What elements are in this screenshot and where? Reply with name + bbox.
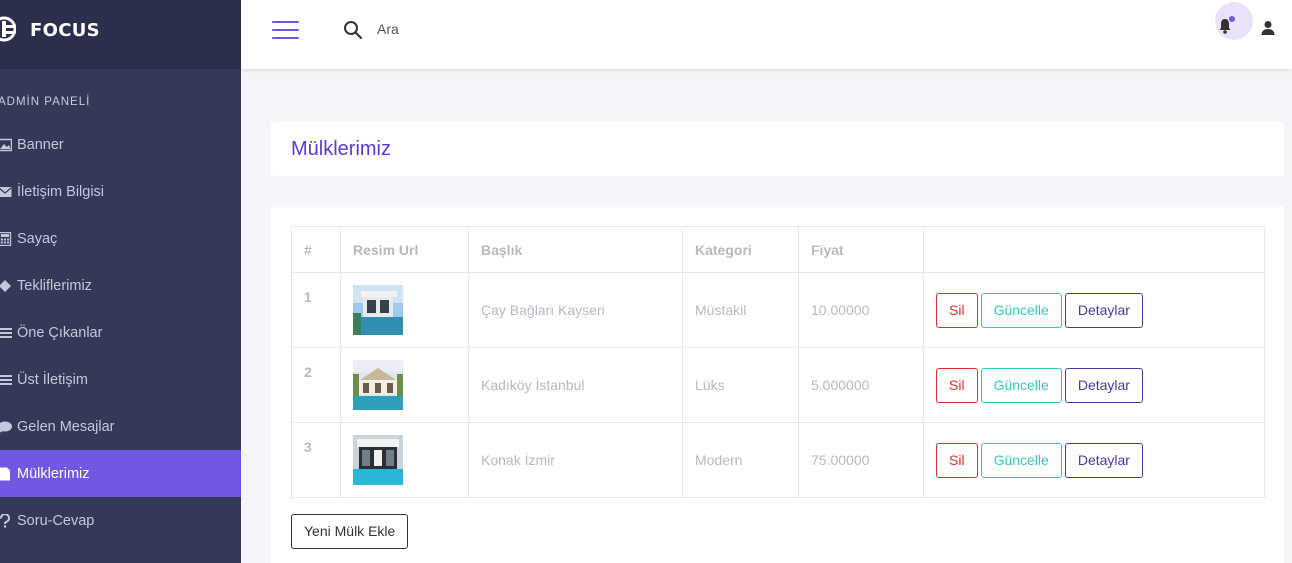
file-icon: [0, 467, 12, 481]
properties-table-card: # Resim Url Başlık Kategori Fiyat 1 Çay …: [271, 206, 1284, 563]
delete-button[interactable]: Sil: [936, 292, 978, 328]
list-icon: [0, 373, 12, 387]
sidebar-item-properties[interactable]: Mülklerimiz: [0, 450, 241, 497]
update-button[interactable]: Güncelle: [980, 292, 1062, 328]
row-title: Konak İzmir: [468, 422, 683, 498]
property-thumbnail: [353, 285, 403, 335]
sidebar-item-offers[interactable]: Tekliflerimiz: [0, 262, 241, 309]
row-category: Müstakil: [682, 272, 799, 348]
delete-button[interactable]: Sil: [936, 367, 978, 403]
column-header-actions: [923, 226, 1265, 273]
list-icon: [0, 326, 12, 340]
diamond-icon: [0, 279, 12, 293]
page-title-card: Mülklerimiz: [271, 122, 1284, 176]
sidebar-item-label: Banner: [17, 136, 64, 153]
envelope-icon: [0, 185, 12, 199]
table-header-row: # Resim Url Başlık Kategori Fiyat: [291, 226, 1265, 273]
row-image-cell: [340, 272, 469, 348]
update-button[interactable]: Güncelle: [980, 367, 1062, 403]
sidebar-item-contact-info[interactable]: İletişim Bilgisi: [0, 168, 241, 215]
sidebar-item-banner[interactable]: Banner: [0, 121, 241, 168]
details-button[interactable]: Detaylar: [1064, 442, 1143, 478]
notification-button[interactable]: [1215, 2, 1253, 40]
sidebar-item-messages[interactable]: Gelen Mesajlar: [0, 403, 241, 450]
sidebar-item-label: Soru-Cevap: [17, 512, 95, 529]
brand-logo-icon: [0, 16, 16, 42]
sidebar-item-label: Üst İletişim: [17, 371, 88, 388]
row-actions: Sil Güncelle Detaylar: [923, 272, 1265, 348]
row-image-cell: [340, 422, 469, 498]
row-actions: Sil Güncelle Detaylar: [923, 347, 1265, 423]
column-header-price: Fiyat: [798, 226, 924, 273]
user-icon[interactable]: [1260, 20, 1276, 36]
sidebar-menu: Banner İletişim Bilgisi Sayaç Teklifleri…: [0, 121, 241, 544]
row-price: 75.00000: [798, 422, 924, 498]
row-price: 10.00000: [798, 272, 924, 348]
sidebar: FOCUS ADMİN PANELİ Banner İletişim Bilgi…: [0, 0, 241, 563]
top-header: [241, 0, 1292, 69]
hamburger-menu-icon[interactable]: [272, 19, 299, 41]
delete-button[interactable]: Sil: [936, 442, 978, 478]
brand-name[interactable]: FOCUS: [30, 20, 100, 41]
row-title: Kadıköy İstanbul: [468, 347, 683, 423]
sidebar-item-label: Mülklerimiz: [17, 465, 90, 482]
search-input[interactable]: [377, 17, 677, 41]
sidebar-item-label: Gelen Mesajlar: [17, 418, 115, 435]
details-button[interactable]: Detaylar: [1064, 292, 1143, 328]
sidebar-item-counter[interactable]: Sayaç: [0, 215, 241, 262]
row-category: Modern: [682, 422, 799, 498]
row-actions: Sil Güncelle Detaylar: [923, 422, 1265, 498]
row-number: 3: [291, 422, 341, 498]
column-header-category: Kategori: [682, 226, 799, 273]
row-number: 2: [291, 347, 341, 423]
notification-dot: [1229, 16, 1235, 22]
properties-table: # Resim Url Başlık Kategori Fiyat 1 Çay …: [291, 226, 1265, 498]
property-thumbnail: [353, 360, 403, 410]
update-button[interactable]: Güncelle: [980, 442, 1062, 478]
search-icon[interactable]: [342, 19, 364, 41]
question-icon: [0, 513, 12, 528]
table-row: 2 Kadıköy İstanbul Lüks 5.000000 Sil Gün…: [291, 347, 1265, 423]
column-header-title: Başlık: [468, 226, 683, 273]
page-title: Mülklerimiz: [291, 138, 391, 160]
row-number: 1: [291, 272, 341, 348]
brand-bar: FOCUS: [0, 0, 241, 69]
sidebar-item-label: İletişim Bilgisi: [17, 183, 105, 200]
row-image-cell: [340, 347, 469, 423]
row-category: Lüks: [682, 347, 799, 423]
sidebar-item-highlights[interactable]: Öne Çıkanlar: [0, 309, 241, 356]
sidebar-item-faq[interactable]: Soru-Cevap: [0, 497, 241, 544]
details-button[interactable]: Detaylar: [1064, 367, 1143, 403]
comment-icon: [0, 420, 12, 434]
row-title: Çay Bağları Kayseri: [468, 272, 683, 348]
property-thumbnail: [353, 435, 403, 485]
calculator-icon: [0, 231, 12, 246]
table-row: 1 Çay Bağları Kayseri Müstakil 10.00000 …: [291, 272, 1265, 348]
column-header-number: #: [291, 226, 341, 273]
image-icon: [0, 138, 12, 152]
menu-section-title: ADMİN PANELİ: [0, 96, 91, 108]
row-price: 5.000000: [798, 347, 924, 423]
sidebar-item-top-contact[interactable]: Üst İletişim: [0, 356, 241, 403]
add-property-button[interactable]: Yeni Mülk Ekle: [291, 514, 409, 549]
sidebar-item-label: Sayaç: [17, 230, 58, 247]
sidebar-item-label: Öne Çıkanlar: [17, 324, 103, 341]
table-row: 3 Konak İzmir Modern 75.00000 Sil Güncel…: [291, 422, 1265, 498]
sidebar-item-label: Tekliflerimiz: [17, 277, 92, 294]
column-header-image-url: Resim Url: [340, 226, 469, 273]
